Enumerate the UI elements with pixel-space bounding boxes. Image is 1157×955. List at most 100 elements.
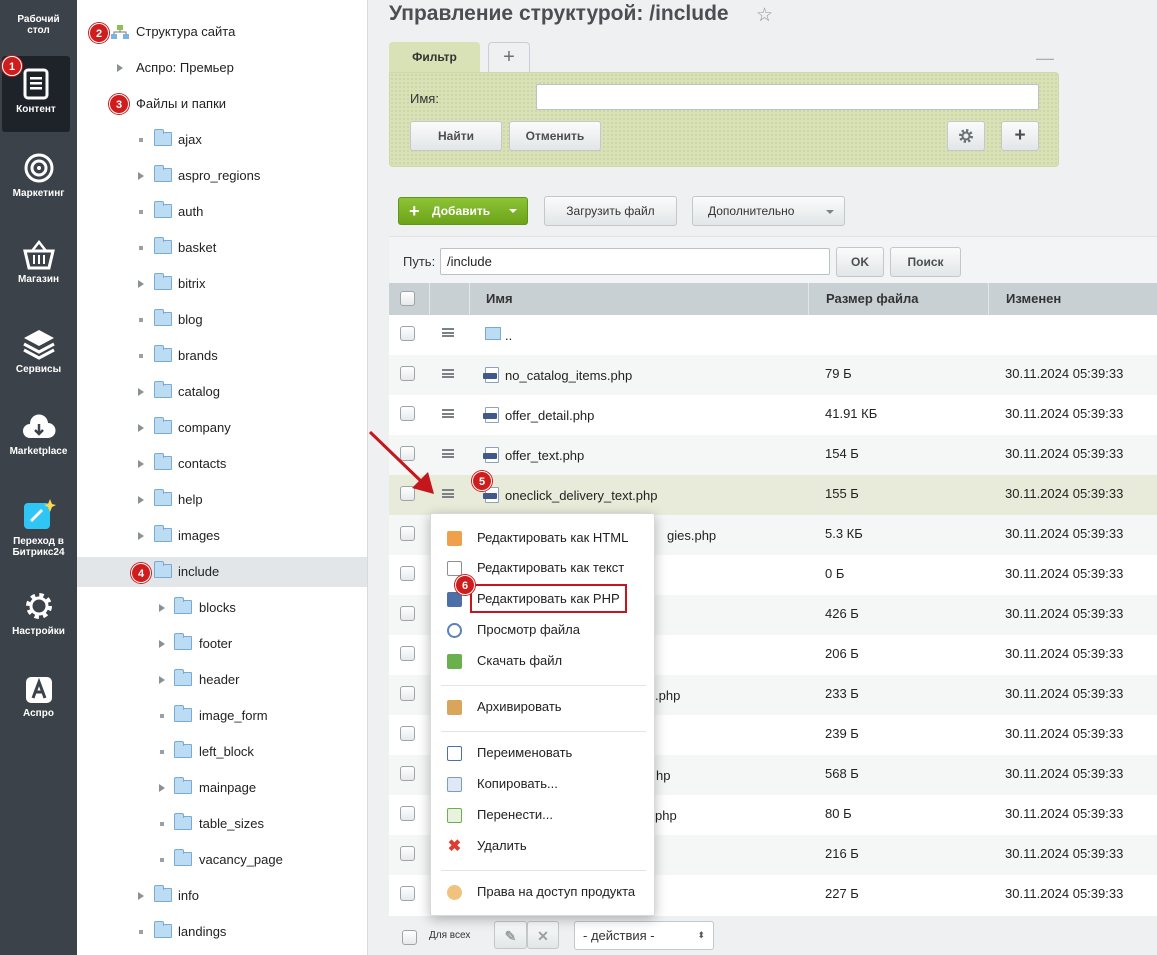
menu-item-download[interactable]: Скачать файл: [431, 647, 656, 675]
more-button[interactable]: Дополнительно: [692, 196, 845, 226]
admin-item-desktop[interactable]: Рабочий стол: [0, 4, 77, 36]
row-menu-icon[interactable]: [442, 328, 454, 337]
menu-item-edit-html[interactable]: Редактировать как HTML: [431, 524, 656, 552]
admin-item-aspro[interactable]: Аспро: [0, 676, 77, 719]
expand-arrow-icon[interactable]: [159, 640, 165, 648]
tree-folder[interactable]: brands: [77, 341, 367, 371]
expand-arrow-icon[interactable]: [138, 280, 144, 288]
tree-folder[interactable]: auth: [77, 197, 367, 227]
tree-subfolder[interactable]: mainpage: [77, 773, 367, 803]
file-name[interactable]: php: [655, 795, 677, 837]
tree-subfolder[interactable]: image_form: [77, 701, 367, 731]
menu-item-archive[interactable]: Архивировать: [431, 693, 656, 721]
expand-arrow-icon[interactable]: [138, 388, 144, 396]
path-search-button[interactable]: Поиск: [890, 247, 961, 277]
table-row-active[interactable]: oneclick_delivery_text.php 155 Б 30.11.2…: [389, 475, 1157, 515]
expand-arrow-icon[interactable]: [159, 676, 165, 684]
find-button[interactable]: Найти: [410, 121, 502, 151]
tree-folder[interactable]: aspro_regions: [77, 161, 367, 191]
file-name[interactable]: hp: [656, 755, 670, 797]
menu-item-delete[interactable]: ✖ Удалить: [431, 832, 656, 860]
row-menu-icon[interactable]: [442, 369, 454, 378]
row-menu-icon[interactable]: [442, 409, 454, 418]
tree-folder[interactable]: catalog: [77, 377, 367, 407]
path-input[interactable]: /include: [440, 248, 830, 275]
row-checkbox[interactable]: [400, 366, 415, 381]
expand-arrow-icon[interactable]: [138, 892, 144, 900]
actions-select[interactable]: - действия - ⬍: [574, 921, 714, 950]
minimize-icon[interactable]: —: [1036, 48, 1054, 69]
table-row[interactable]: offer_detail.php 41.91 КБ 30.11.2024 05:…: [389, 395, 1157, 435]
expand-arrow-icon[interactable]: [159, 784, 165, 792]
row-checkbox[interactable]: [400, 606, 415, 621]
row-checkbox[interactable]: [400, 726, 415, 741]
menu-item-view-file[interactable]: Просмотр файла: [431, 616, 656, 644]
tree-subfolder[interactable]: blocks: [77, 593, 367, 623]
tree-folder[interactable]: bitrix: [77, 269, 367, 299]
filter-tab[interactable]: Фильтр: [389, 42, 480, 74]
column-modified-header[interactable]: Изменен: [988, 283, 1157, 315]
tree-subfolder[interactable]: footer: [77, 629, 367, 659]
row-checkbox[interactable]: [400, 526, 415, 541]
tree-item-site[interactable]: Аспро: Премьер: [77, 53, 367, 83]
menu-item-copy[interactable]: Копировать...: [431, 770, 656, 798]
file-name[interactable]: ..: [505, 315, 512, 357]
row-checkbox[interactable]: [400, 566, 415, 581]
admin-item-bitrix24[interactable]: Переход в Битрикс24: [0, 498, 77, 558]
tree-subfolder[interactable]: left_block: [77, 737, 367, 767]
tree-subfolder[interactable]: vacancy_page: [77, 845, 367, 875]
tree-folder[interactable]: blog: [77, 305, 367, 335]
admin-item-shop[interactable]: Магазин: [0, 240, 77, 285]
row-checkbox[interactable]: [400, 766, 415, 781]
delete-button[interactable]: ✕: [527, 921, 559, 949]
expand-arrow-icon[interactable]: [117, 64, 123, 72]
expand-arrow-icon[interactable]: [138, 532, 144, 540]
upload-file-button[interactable]: Загрузить файл: [544, 196, 677, 226]
admin-item-services[interactable]: Сервисы: [0, 328, 77, 375]
file-name[interactable]: no_catalog_items.php: [505, 355, 632, 397]
expand-arrow-icon[interactable]: [138, 496, 144, 504]
add-button[interactable]: + Добавить: [398, 197, 528, 225]
favorite-star-icon[interactable]: ☆: [756, 4, 773, 27]
file-name[interactable]: gies.php: [667, 515, 716, 557]
tree-folder-selected[interactable]: include: [77, 557, 367, 587]
select-all-checkbox[interactable]: [400, 291, 415, 306]
for-all-checkbox[interactable]: [402, 930, 417, 945]
expand-arrow-icon[interactable]: [159, 604, 165, 612]
table-row[interactable]: offer_text.php 154 Б 30.11.2024 05:39:33: [389, 435, 1157, 475]
table-row[interactable]: no_catalog_items.php 79 Б 30.11.2024 05:…: [389, 355, 1157, 395]
column-size-header[interactable]: Размер файла: [808, 283, 988, 315]
tree-folder[interactable]: basket: [77, 233, 367, 263]
filter-add-button[interactable]: +: [1001, 121, 1039, 151]
menu-item-rename[interactable]: Переименовать: [431, 739, 656, 767]
row-checkbox[interactable]: [400, 326, 415, 341]
menu-item-move[interactable]: Перенести...: [431, 801, 656, 829]
tree-item-site-structure[interactable]: Структура сайта: [77, 17, 367, 47]
expand-arrow-icon[interactable]: [138, 424, 144, 432]
expand-arrow-icon[interactable]: [138, 460, 144, 468]
tree-folder[interactable]: ajax: [77, 125, 367, 155]
tree-subfolder[interactable]: table_sizes: [77, 809, 367, 839]
tree-folder[interactable]: images: [77, 521, 367, 551]
path-ok-button[interactable]: OK: [836, 247, 884, 277]
file-name[interactable]: offer_detail.php: [505, 395, 594, 437]
tree-folder[interactable]: landings: [77, 917, 367, 947]
expand-arrow-icon[interactable]: [138, 172, 144, 180]
tree-folder[interactable]: company: [77, 413, 367, 443]
add-filter-tab-button[interactable]: +: [488, 42, 530, 72]
row-menu-icon[interactable]: [442, 489, 454, 498]
tree-subfolder[interactable]: header: [77, 665, 367, 695]
admin-item-marketing[interactable]: Маркетинг: [0, 152, 77, 199]
row-menu-icon[interactable]: [442, 449, 454, 458]
file-name[interactable]: oneclick_delivery_text.php: [505, 475, 657, 517]
edit-button[interactable]: ✎: [494, 921, 527, 949]
menu-item-access-rights[interactable]: Права на доступ продукта: [431, 878, 656, 906]
row-checkbox[interactable]: [400, 686, 415, 701]
filter-name-input[interactable]: [536, 84, 1039, 110]
admin-item-marketplace[interactable]: Marketplace: [0, 414, 77, 457]
filter-settings-button[interactable]: [947, 121, 985, 151]
column-name-header[interactable]: Имя: [469, 283, 808, 315]
tree-folder[interactable]: info: [77, 881, 367, 911]
row-checkbox[interactable]: [400, 806, 415, 821]
tree-folder[interactable]: contacts: [77, 449, 367, 479]
